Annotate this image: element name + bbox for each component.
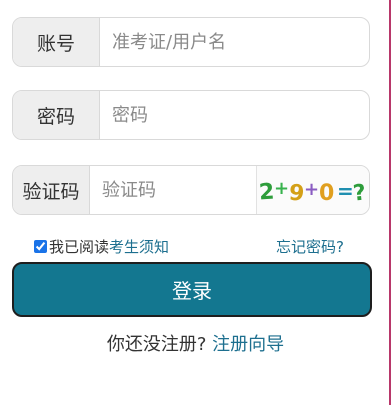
exam-notice-link[interactable]: 考生须知 [109, 236, 169, 257]
register-prompt: 你还没注册? 注册向导 [0, 330, 391, 356]
account-input[interactable] [100, 18, 369, 66]
forgot-password-link[interactable]: 忘记密码? [276, 236, 344, 257]
login-button[interactable]: 登录 [12, 262, 372, 317]
captcha-char-2: + [274, 178, 289, 199]
captcha-char-7: ? [352, 180, 367, 206]
captcha-image-graphic: 2 + 9 + 0 = ? [258, 178, 367, 207]
password-label: 密码 [13, 91, 100, 139]
captcha-char-4: + [304, 179, 319, 200]
account-label: 账号 [13, 18, 100, 66]
captcha-input[interactable] [90, 166, 256, 214]
captcha-label: 验证码 [13, 166, 90, 214]
login-options: 我已阅读 考生须知 忘记密码? [34, 236, 344, 256]
register-guide-link[interactable]: 注册向导 [212, 334, 284, 355]
agree-checkbox[interactable] [34, 239, 47, 253]
captcha-char-3: 9 [288, 180, 306, 206]
register-text: 你还没注册? [106, 334, 207, 355]
password-field: 密码 [12, 90, 370, 140]
account-field: 账号 [12, 17, 370, 67]
captcha-char-5: 0 [319, 181, 334, 206]
captcha-field: 验证码 2 + 9 + 0 = ? [12, 165, 370, 215]
captcha-char-1: 2 [258, 180, 275, 206]
captcha-image[interactable]: 2 + 9 + 0 = ? [256, 166, 369, 214]
agree-label: 我已阅读 [49, 237, 110, 256]
password-input[interactable] [100, 91, 369, 139]
